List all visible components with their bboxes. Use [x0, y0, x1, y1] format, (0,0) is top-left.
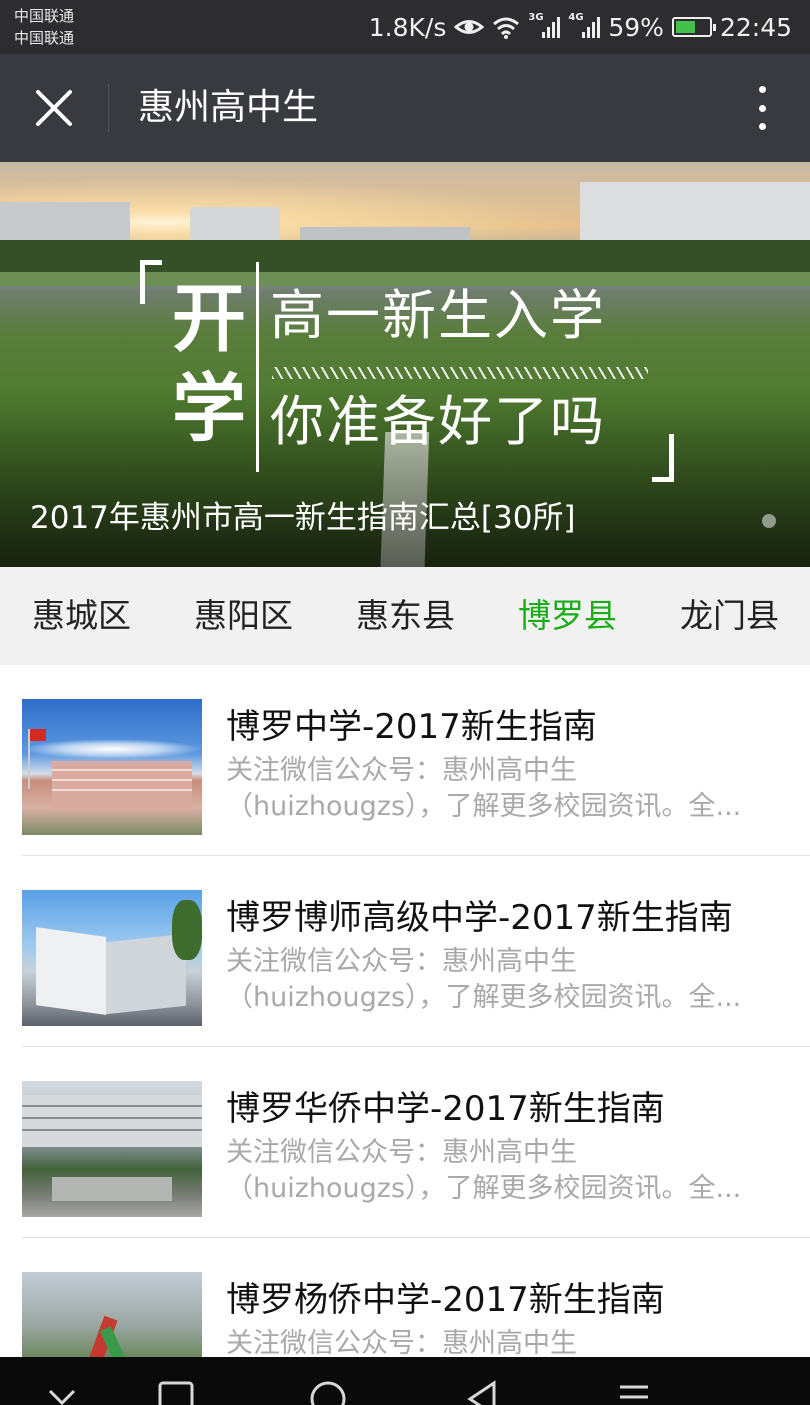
carrier-2: 中国联通: [14, 29, 75, 47]
banner-xue: 学: [172, 366, 246, 452]
signal-icon: 3G: [528, 12, 561, 38]
back-icon[interactable]: [462, 1379, 502, 1405]
list-item[interactable]: 博罗华侨中学-2017新生指南 关注微信公众号：惠州高中生 （huizhougz…: [0, 1047, 810, 1238]
summary-line-1: 关注微信公众号：惠州高中生: [226, 1137, 577, 1168]
status-indicators: 1.8K/s 3G 4G 59% 22:45: [369, 10, 792, 44]
signal-2-tag: 4G: [568, 12, 584, 23]
carrier-1: 中国联通: [14, 7, 75, 25]
hatch-decoration: [272, 367, 648, 379]
banner[interactable]: 开 学 高一新生入学 你准备好了吗 2017年惠州市高一新生指南汇总[30所]: [0, 162, 810, 567]
district-tabs: 惠城区 惠阳区 惠东县 博罗县 龙门县: [0, 567, 810, 665]
article-title: 博罗杨侨中学-2017新生指南: [226, 1280, 665, 1320]
clock: 22:45: [719, 12, 792, 42]
net-speed: 1.8K/s: [368, 12, 447, 42]
tab-huiyang[interactable]: 惠阳区: [194, 567, 293, 665]
wifi-icon: [493, 17, 520, 39]
article-summary: 关注微信公众号：惠州高中生 （huizhougzs），了解更多校园资讯。全...: [226, 753, 786, 825]
battery-fill: [675, 21, 695, 33]
article-thumbnail: [22, 699, 202, 835]
summary-line-1: 关注微信公众号：惠州高中生: [226, 946, 577, 977]
banner-divider: [256, 262, 259, 472]
banner-headline-2: 你准备好了吗: [270, 390, 606, 453]
tab-boluo[interactable]: 博罗县: [518, 567, 617, 665]
close-icon: [36, 90, 72, 126]
more-vertical-icon: [758, 86, 766, 93]
banner-headline-1: 高一新生入学: [270, 284, 606, 347]
carrier-info: 中国联通 中国联通: [14, 5, 74, 49]
banner-kai-xue: 开 学: [164, 274, 254, 454]
article-thumbnail: [22, 890, 202, 1026]
battery-icon: [671, 17, 716, 37]
carousel-indicator[interactable]: [762, 514, 776, 528]
list-item[interactable]: 博罗中学-2017新生指南 关注微信公众号：惠州高中生 （huizhougzs）…: [0, 665, 810, 856]
summary-line-2: （huizhougzs），了解更多校园资讯。全...: [226, 1173, 742, 1204]
title-bar: 惠州高中生: [0, 54, 810, 162]
signal-icon: 4G: [568, 12, 601, 38]
article-summary: 关注微信公众号：惠州高中生 （huizhougzs），了解更多校园资讯。全...: [226, 944, 786, 1016]
article-title: 博罗华侨中学-2017新生指南: [226, 1089, 665, 1129]
menu-icon[interactable]: [614, 1379, 654, 1405]
banner-kai: 开: [172, 276, 246, 362]
banner-caption: 2017年惠州市高一新生指南汇总[30所]: [30, 500, 576, 536]
article-title: 博罗中学-2017新生指南: [226, 707, 597, 747]
tab-huidong[interactable]: 惠东县: [356, 567, 455, 665]
bracket-decoration: [140, 260, 162, 304]
article-thumbnail: [22, 1081, 202, 1217]
system-nav-bar: [0, 1357, 810, 1405]
signal-1-tag: 3G: [528, 12, 544, 23]
more-button[interactable]: [744, 82, 780, 134]
summary-line-1: 关注微信公众号：惠州高中生: [226, 755, 577, 786]
title-divider: [108, 84, 109, 132]
article-title: 博罗博师高级中学-2017新生指南: [226, 898, 733, 938]
battery-percent: 59%: [608, 12, 664, 42]
eye-icon: [454, 20, 485, 34]
status-bar: 中国联通 中国联通 1.8K/s 3G 4G 59% 22:45: [0, 0, 810, 54]
recents-icon[interactable]: [156, 1379, 196, 1405]
chevron-down-icon[interactable]: [42, 1379, 82, 1405]
close-button[interactable]: [24, 78, 84, 138]
list-item[interactable]: 博罗博师高级中学-2017新生指南 关注微信公众号：惠州高中生 （huizhou…: [0, 856, 810, 1047]
summary-line-2: （huizhougzs），了解更多校园资讯。全...: [226, 791, 742, 822]
tab-longmen[interactable]: 龙门县: [680, 567, 779, 665]
home-icon[interactable]: [308, 1379, 348, 1405]
page-title: 惠州高中生: [138, 87, 319, 128]
bracket-decoration: [652, 434, 674, 482]
summary-line-2: （huizhougzs），了解更多校园资讯。全...: [226, 982, 742, 1013]
article-summary: 关注微信公众号：惠州高中生 （huizhougzs），了解更多校园资讯。全...: [226, 1135, 786, 1207]
tab-huicheng[interactable]: 惠城区: [32, 567, 131, 665]
